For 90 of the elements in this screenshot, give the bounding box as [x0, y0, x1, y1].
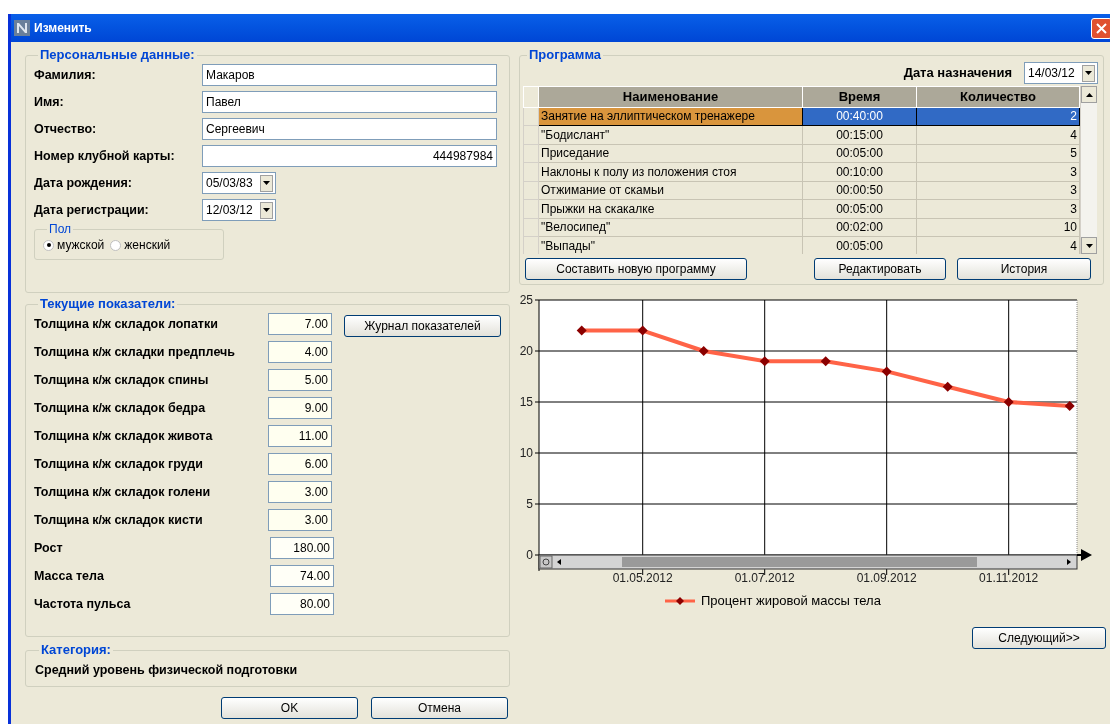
table-scrollbar[interactable] — [1080, 86, 1097, 254]
group-title: Персональные данные: — [39, 48, 196, 62]
metric-label: Толщина к/ж складок груди — [34, 455, 204, 473]
metric-label: Толщина к/ж складок живота — [34, 427, 214, 445]
journal-button[interactable]: Журнал показателей — [344, 315, 501, 337]
app-logo-icon — [14, 20, 30, 36]
input-field[interactable]: 3.00 — [268, 481, 332, 503]
scroll-up-icon[interactable] — [1081, 86, 1097, 103]
input-field[interactable]: 9.00 — [268, 397, 332, 419]
date-value: 14/03/12 — [1028, 65, 1076, 82]
input-field[interactable]: 74.00 — [270, 565, 334, 587]
group-title: Пол — [48, 223, 73, 236]
chart-scrollbar[interactable] — [538, 554, 1078, 570]
field-label: Дата регистрации: — [34, 201, 150, 219]
data-point — [759, 356, 770, 367]
field-label: Номер клубной карты: — [34, 147, 176, 165]
metric-label: Толщина к/ж складок лопатки — [34, 315, 219, 333]
next-button[interactable]: Следующий>> — [972, 626, 1106, 649]
input-field[interactable]: 180.00 — [270, 537, 334, 559]
data-point — [1003, 397, 1014, 407]
data-point — [698, 346, 709, 356]
input-field[interactable]: Макаров — [202, 64, 497, 86]
radio-button[interactable] — [110, 239, 122, 251]
data-point — [942, 381, 953, 392]
metric-label: Частота пульса — [34, 595, 132, 613]
metric-label: Рост — [34, 539, 64, 557]
y-tick-label: 25 — [520, 293, 533, 307]
y-tick-label: 15 — [520, 395, 533, 409]
y-tick-label: 10 — [520, 446, 533, 460]
close-button[interactable] — [1091, 17, 1110, 39]
metric-label: Толщина к/ж складки предплечь — [34, 343, 236, 361]
legend-line-icon — [665, 595, 695, 606]
column-header[interactable]: Время — [802, 86, 917, 107]
input-field[interactable]: 5.00 — [268, 369, 332, 391]
date-label: Дата назначения — [903, 64, 1012, 83]
input-field[interactable]: 444987984 — [202, 145, 497, 167]
input-field[interactable]: 4.00 — [268, 341, 332, 363]
x-tick-label: 01.09.2012 — [856, 571, 917, 585]
cancel-button[interactable]: Отмена — [371, 697, 508, 719]
group-title: Текущие показатели: — [39, 297, 177, 311]
x-tick-label: 01.11.2012 — [979, 571, 1039, 585]
input-field[interactable]: Сергеевич — [202, 118, 497, 140]
input-field[interactable]: 6.00 — [268, 453, 332, 475]
field-label: Отчество: — [34, 120, 98, 138]
ok-button[interactable]: OK — [221, 697, 358, 719]
category-text: Средний уровень физической подготовки — [35, 663, 298, 677]
axis-arrow-icon — [1076, 549, 1092, 561]
metric-label: Масса тела — [34, 567, 105, 585]
radio-label: женский — [124, 237, 171, 254]
input-field[interactable]: 11.00 — [268, 425, 332, 447]
y-tick-label: 5 — [526, 497, 533, 511]
window-title: Изменить — [34, 20, 93, 37]
date-value: 05/03/83 — [206, 175, 254, 192]
group-title: Программа — [528, 48, 603, 62]
date-picker[interactable]: 05/03/83 — [202, 172, 276, 194]
y-tick-label: 20 — [520, 344, 533, 358]
input-field[interactable]: 80.00 — [270, 593, 334, 615]
input-field[interactable]: 3.00 — [268, 509, 332, 531]
row-header-cell — [523, 86, 539, 107]
radio-button[interactable] — [43, 239, 54, 251]
data-point — [576, 325, 587, 336]
metric-label: Толщина к/ж складок кисти — [34, 511, 204, 529]
y-tick-label: 0 — [526, 548, 533, 562]
data-point — [881, 366, 892, 377]
data-point — [1064, 401, 1075, 412]
column-header[interactable]: Количество — [916, 86, 1080, 107]
metric-label: Толщина к/ж складок бедра — [34, 399, 207, 417]
column-header[interactable]: Наименование — [538, 86, 803, 107]
history-button[interactable]: История — [957, 258, 1091, 280]
radio-label: мужской — [57, 237, 105, 254]
field-label: Фамилия: — [34, 66, 97, 84]
edit-button[interactable]: Редактировать — [814, 258, 946, 280]
date-picker[interactable]: 14/03/12 — [1024, 62, 1098, 84]
close-icon — [1096, 22, 1107, 34]
x-tick-label: 01.07.2012 — [734, 571, 795, 585]
input-field[interactable]: 7.00 — [268, 313, 332, 335]
field-label: Дата рождения: — [34, 174, 133, 192]
metric-label: Толщина к/ж складок голени — [34, 483, 212, 501]
x-tick-label: 01.05.2012 — [612, 571, 673, 585]
group-title: Категория: — [40, 643, 112, 657]
new-program-button[interactable]: Составить новую программу — [525, 258, 747, 280]
date-picker[interactable]: 12/03/12 — [202, 199, 276, 221]
data-point — [820, 356, 831, 367]
legend-label: Процент жировой массы тела — [701, 592, 881, 610]
input-field[interactable]: Павел — [202, 91, 497, 113]
metric-label: Толщина к/ж складок спины — [34, 371, 210, 389]
field-label: Имя: — [34, 93, 65, 111]
scroll-down-icon[interactable] — [1081, 237, 1097, 254]
date-value: 12/03/12 — [206, 202, 254, 219]
data-point — [637, 325, 648, 336]
